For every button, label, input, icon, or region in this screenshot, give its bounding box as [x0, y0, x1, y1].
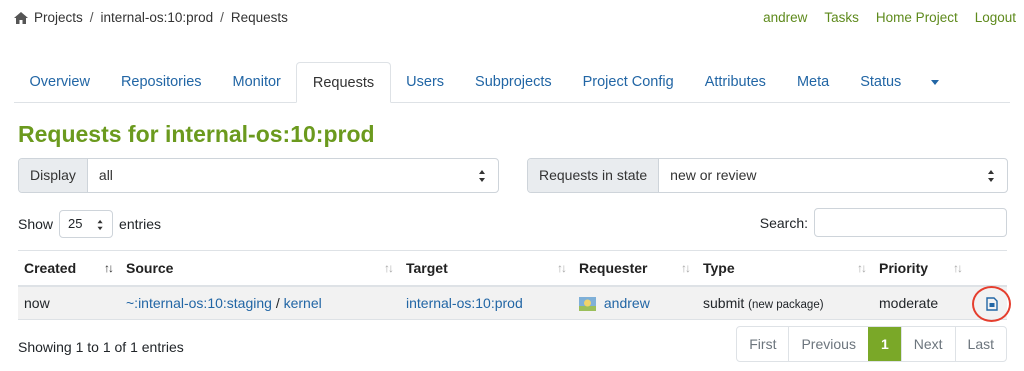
- tab-project-config[interactable]: Project Config: [567, 62, 689, 103]
- sort-icon: ↑↓: [384, 261, 394, 275]
- breadcrumb-project[interactable]: internal-os:10:prod: [101, 10, 214, 25]
- source-separator: /: [275, 294, 280, 311]
- cell-created: now: [18, 285, 120, 320]
- tab-more-dropdown[interactable]: [917, 62, 953, 103]
- requests-table: Created ↑↓ Source ↑↓ Target ↑↓ Requester…: [18, 250, 1011, 322]
- column-header-label: Source: [126, 259, 174, 276]
- search-input[interactable]: [814, 208, 1007, 237]
- breadcrumb-current: Requests: [230, 10, 288, 25]
- pagination-next[interactable]: Next: [900, 327, 955, 361]
- show-request-icon[interactable]: [986, 296, 998, 311]
- column-header-priority[interactable]: Priority ↑↓: [873, 250, 969, 287]
- tab-status[interactable]: Status: [845, 62, 917, 103]
- page-length-value: 25: [68, 216, 83, 231]
- home-project-link[interactable]: Home Project: [876, 10, 958, 25]
- search-label: Search:: [759, 214, 808, 231]
- cell-actions: [969, 285, 1011, 322]
- cell-requester: andrew: [573, 285, 697, 320]
- tab-subprojects[interactable]: Subprojects: [460, 62, 568, 103]
- display-select[interactable]: all: [88, 159, 498, 192]
- display-filter[interactable]: Display all: [18, 158, 499, 193]
- column-header-label: Requester: [579, 259, 648, 276]
- page-title: Requests for internal-os:10:prod: [18, 121, 375, 147]
- tab-attributes[interactable]: Attributes: [689, 62, 781, 103]
- pagination-first[interactable]: First: [737, 327, 788, 361]
- column-header-actions: [969, 250, 1007, 287]
- sort-icon: ↑↓: [557, 261, 567, 275]
- source-package-link[interactable]: kernel: [284, 295, 322, 311]
- tasks-link[interactable]: Tasks: [824, 10, 859, 25]
- column-header-label: Target: [406, 259, 448, 276]
- pagination-previous[interactable]: Previous: [788, 327, 867, 361]
- pagination-last[interactable]: Last: [954, 327, 1006, 361]
- table-search: Search:: [760, 208, 1007, 237]
- tab-meta[interactable]: Meta: [781, 62, 844, 103]
- user-menu: andrew Tasks Home Project Logout: [763, 10, 1016, 25]
- state-filter-label: Requests in state: [528, 159, 660, 192]
- tab-users[interactable]: Users: [391, 62, 460, 103]
- logout-link[interactable]: Logout: [975, 10, 1016, 25]
- cell-target: internal-os:10:prod: [400, 285, 573, 320]
- pagination: First Previous 1 Next Last: [736, 326, 1007, 362]
- type-value: submit: [703, 294, 745, 311]
- pagination-page-1[interactable]: 1: [867, 327, 901, 361]
- display-filter-label: Display: [19, 159, 88, 192]
- project-tabs: Overview Repositories Monitor Requests U…: [14, 62, 1010, 103]
- cell-source: ~:internal-os:10:staging / kernel: [120, 285, 400, 320]
- sort-icon: ↑↓: [681, 261, 691, 275]
- column-header-label: Priority: [879, 259, 929, 276]
- state-filter[interactable]: Requests in state new or review: [527, 158, 1008, 193]
- show-label: Show: [18, 216, 54, 232]
- table-info: Showing 1 to 1 of 1 entries: [18, 339, 184, 355]
- state-select-value: new or review: [670, 167, 757, 183]
- column-header-label: Created: [24, 259, 77, 276]
- column-header-type[interactable]: Type ↑↓: [697, 250, 873, 287]
- source-project-link[interactable]: ~:internal-os:10:staging: [126, 295, 272, 311]
- sort-icon: ↑↓: [953, 261, 963, 275]
- breadcrumb: Projects / internal-os:10:prod / Request…: [14, 10, 288, 25]
- breadcrumb-separator: /: [89, 10, 94, 25]
- page-length-select[interactable]: 25: [59, 210, 114, 238]
- entries-label: entries: [119, 216, 162, 232]
- tab-monitor[interactable]: Monitor: [217, 62, 296, 103]
- select-arrows-icon: [479, 170, 486, 182]
- tab-overview[interactable]: Overview: [14, 62, 105, 103]
- sort-icon: ↑↓: [104, 261, 114, 275]
- target-project-link[interactable]: internal-os:10:prod: [406, 295, 523, 311]
- sort-icon: ↑↓: [857, 261, 867, 275]
- table-header-row: Created ↑↓ Source ↑↓ Target ↑↓ Requester…: [18, 250, 1007, 287]
- select-arrows-icon: [97, 219, 104, 231]
- top-bar: Projects / internal-os:10:prod / Request…: [0, 0, 1024, 40]
- state-select[interactable]: new or review: [659, 159, 1007, 192]
- requester-link[interactable]: andrew: [604, 295, 650, 311]
- caret-down-icon: [930, 79, 939, 85]
- cell-priority: moderate: [873, 285, 969, 320]
- user-link[interactable]: andrew: [763, 10, 807, 25]
- page-length-control: Show 25 entries: [18, 210, 161, 238]
- column-header-target[interactable]: Target ↑↓: [400, 250, 573, 287]
- column-header-created[interactable]: Created ↑↓: [18, 250, 120, 287]
- tab-repositories[interactable]: Repositories: [105, 62, 217, 103]
- column-header-source[interactable]: Source ↑↓: [120, 250, 400, 287]
- table-row: now ~:internal-os:10:staging / kernel in…: [18, 285, 1011, 322]
- avatar: [579, 296, 596, 311]
- select-arrows-icon: [988, 170, 995, 182]
- column-header-label: Type: [703, 259, 735, 276]
- home-icon[interactable]: [14, 11, 28, 24]
- type-note: (new package): [748, 298, 824, 311]
- cell-type: submit (new package): [697, 285, 873, 320]
- column-header-requester[interactable]: Requester ↑↓: [573, 250, 697, 287]
- tab-requests[interactable]: Requests: [296, 62, 391, 103]
- display-select-value: all: [98, 167, 113, 183]
- breadcrumb-separator: /: [220, 10, 224, 25]
- breadcrumb-projects[interactable]: Projects: [34, 10, 83, 25]
